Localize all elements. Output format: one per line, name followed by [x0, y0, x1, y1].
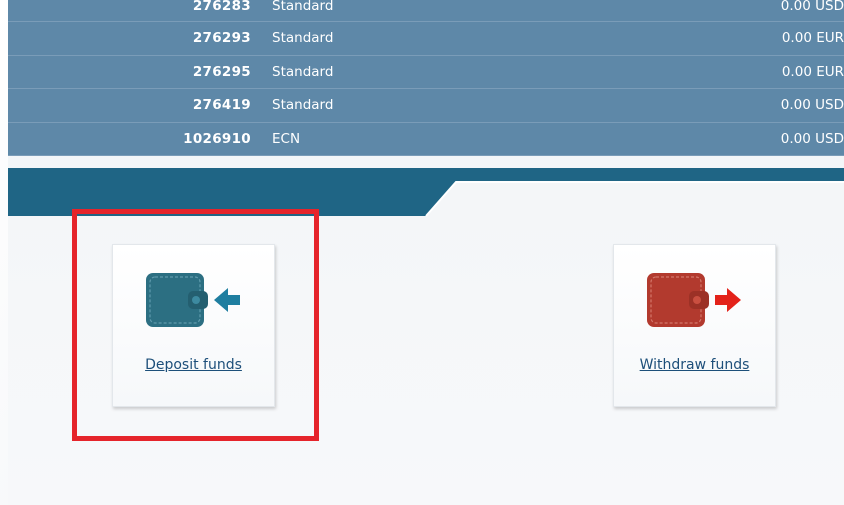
table-row[interactable]: 276419 Standard 0.00 USD	[8, 89, 844, 123]
highlight-box	[72, 209, 319, 441]
wallet-arrow-out-icon	[645, 271, 745, 333]
account-number: 276295	[192, 63, 251, 80]
account-balance: 0.00 USD	[780, 130, 844, 147]
account-balance: 0.00 USD	[780, 97, 844, 113]
account-balance: 0.00 EUR	[781, 30, 844, 46]
table-row[interactable]: 276283 Standard 0.00 USD	[8, 0, 844, 22]
account-number: 276419	[192, 97, 251, 113]
account-number: 276283	[192, 0, 251, 14]
table-row[interactable]: 1026910 ECN 0.00 USD	[8, 122, 844, 156]
account-type: ECN	[272, 130, 301, 147]
accounts-table: 276283 Standard 0.00 USD 276293 Standard…	[8, 0, 844, 156]
withdraw-funds-button[interactable]: Withdraw funds	[613, 244, 776, 407]
table-row[interactable]: 276293 Standard 0.00 EUR	[8, 22, 844, 56]
account-type: Standard	[272, 97, 334, 113]
account-type: Standard	[272, 0, 334, 14]
account-balance: 0.00 EUR	[781, 63, 844, 80]
account-balance: 0.00 USD	[780, 0, 844, 14]
account-type: Standard	[272, 30, 334, 46]
withdraw-funds-link[interactable]: Withdraw funds	[614, 357, 775, 373]
account-type: Standard	[272, 63, 334, 80]
account-number: 276293	[192, 30, 251, 46]
table-row[interactable]: 276295 Standard 0.00 EUR	[8, 55, 844, 89]
account-number: 1026910	[183, 130, 251, 147]
